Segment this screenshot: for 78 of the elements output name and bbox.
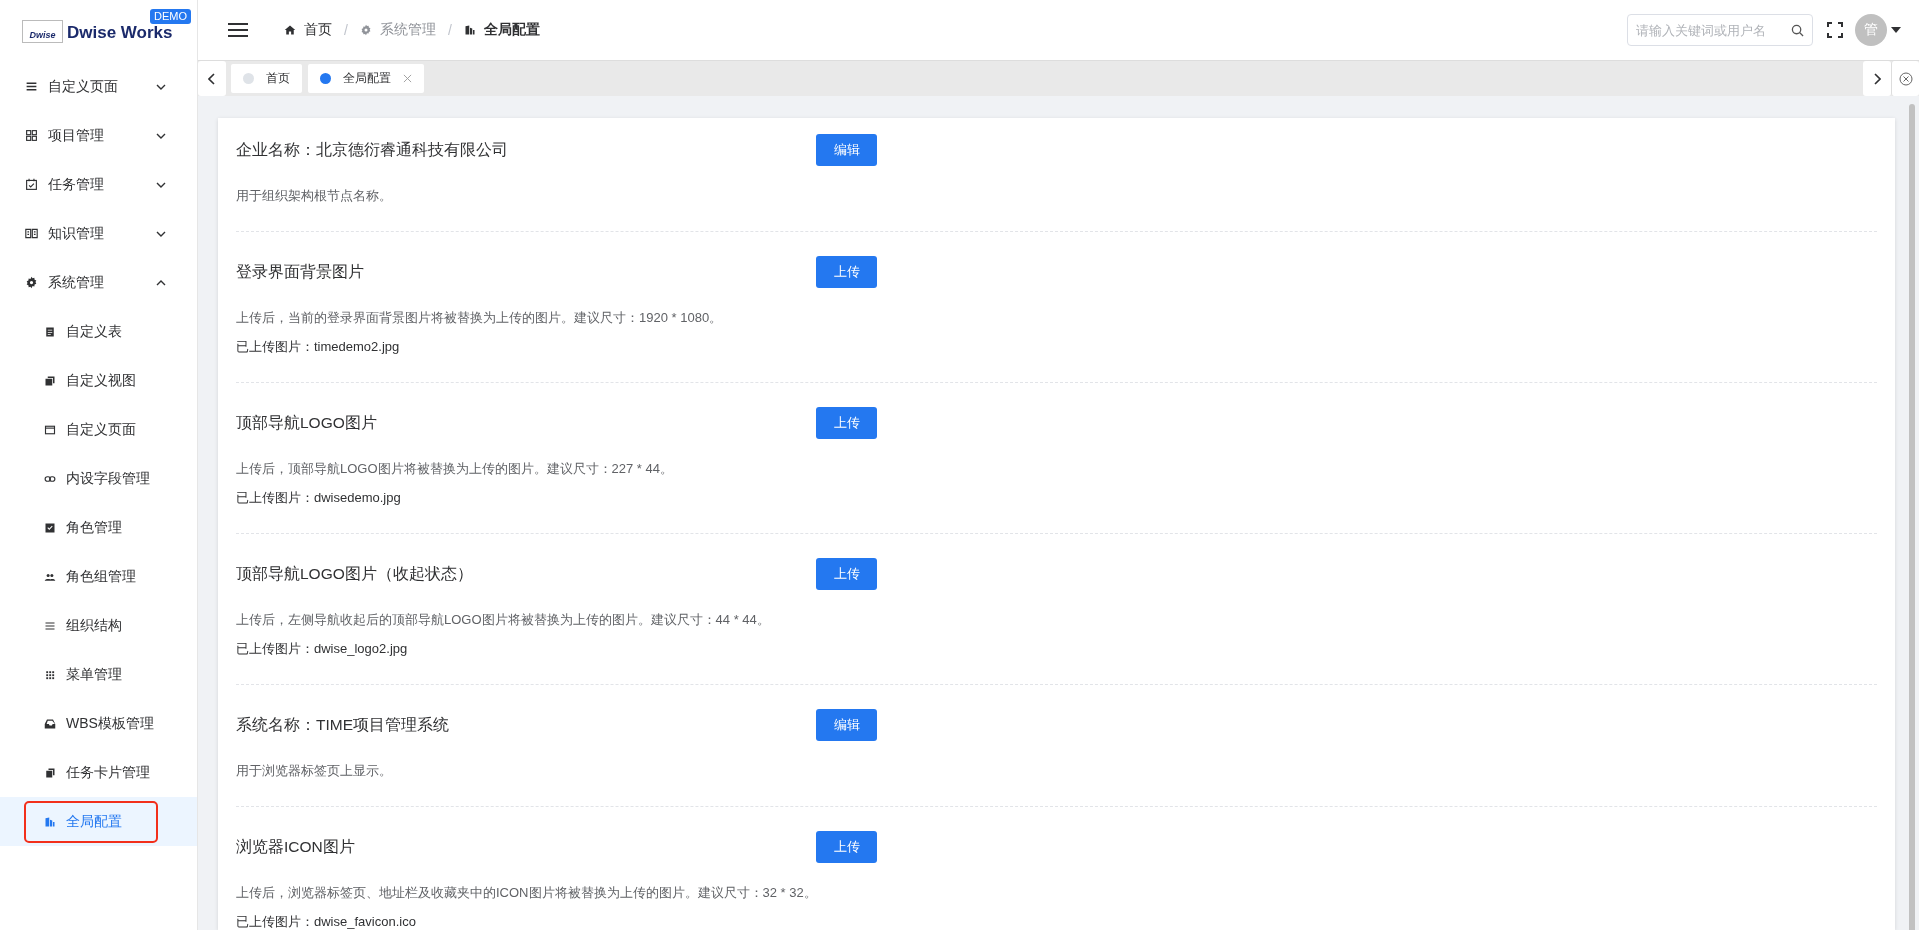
list-icon <box>25 80 38 93</box>
search-icon[interactable] <box>1791 24 1804 37</box>
submenu-item[interactable]: 角色管理 <box>24 506 158 549</box>
grid-icon <box>25 129 38 142</box>
submenu-item[interactable]: 组织结构 <box>24 604 158 647</box>
submenu-item[interactable]: WBS模板管理 <box>24 702 190 745</box>
setting-title: 顶部导航LOGO图片（收起状态） <box>236 563 474 584</box>
menu-icon[interactable] <box>228 22 248 38</box>
window-icon <box>44 423 56 436</box>
logo-mark: Dwise <box>22 19 63 43</box>
breadcrumb-item[interactable]: 首页 <box>284 21 332 39</box>
setting-title: 登录界面背景图片 <box>236 261 365 282</box>
caret-icon[interactable] <box>1891 27 1901 33</box>
document-icon <box>44 325 56 338</box>
uploaded-file: 已上传图片：dwise_favicon.ico <box>236 913 417 930</box>
submenu-item[interactable]: 任务卡片管理 <box>24 751 186 794</box>
action-button[interactable]: 上传 <box>816 558 877 590</box>
submenu-item[interactable]: 全局配置 <box>24 800 158 843</box>
fullscreen-icon[interactable] <box>1827 22 1843 38</box>
action-button[interactable]: 编辑 <box>816 134 877 166</box>
setting-title: 浏览器ICON图片 <box>236 836 356 857</box>
uploaded-file: 已上传图片：timedemo2.jpg <box>236 338 401 356</box>
setting-description: 上传后，浏览器标签页、地址栏及收藏夹中的ICON图片将被替换为上传的图片。建议尺寸：32 * 32。 <box>236 884 818 902</box>
page-tab[interactable]: 首页 <box>231 64 302 93</box>
action-button[interactable]: 编辑 <box>816 709 877 741</box>
scrollbar-thumb[interactable] <box>1909 104 1915 930</box>
menu-item[interactable]: 自定义页面 <box>0 62 197 111</box>
uploaded-file: 已上传图片：dwisedemo.jpg <box>236 489 402 507</box>
calendar-icon <box>25 178 38 191</box>
book-icon <box>25 227 38 240</box>
setting-title: 顶部导航LOGO图片 <box>236 412 378 433</box>
list-icon <box>44 619 56 632</box>
uploaded-file: 已上传图片：dwise_logo2.jpg <box>236 640 409 658</box>
chevron-right-icon <box>1873 72 1881 85</box>
setting-title: 企业名称：北京德衍睿通科技有限公司 <box>236 139 509 160</box>
settings-icon <box>359 24 372 36</box>
breadcrumb-item: 全局配置 <box>463 21 540 39</box>
menu-item[interactable]: 系统管理 <box>0 258 197 307</box>
submenu-item[interactable]: 自定义视图 <box>24 359 172 402</box>
setting-description: 上传后，顶部导航LOGO图片将被替换为上传的图片。建议尺寸：227 * 44。 <box>236 460 674 478</box>
scroll-left-button[interactable] <box>198 61 226 96</box>
demo-badge: DEMO <box>150 9 191 24</box>
setting-description: 用于浏览器标签页上显示。 <box>236 762 393 780</box>
menu-item[interactable]: 知识管理 <box>0 209 197 258</box>
breadcrumb-separator: / <box>344 22 348 38</box>
setting-description: 上传后，左侧导航收起后的顶部导航LOGO图片将被替换为上传的图片。建议尺寸：44 * 44。 <box>236 611 771 629</box>
submenu-item[interactable]: 角色组管理 <box>24 555 172 598</box>
cards-icon <box>44 766 56 779</box>
chevron-left-icon <box>208 72 216 85</box>
checkbox-icon <box>44 521 56 534</box>
setting-title: 系统名称：TIME项目管理系统 <box>236 714 451 735</box>
tray-icon <box>44 717 56 730</box>
close-all-button[interactable] <box>1891 61 1919 96</box>
scroll-right-button[interactable] <box>1863 61 1891 96</box>
submenu-item[interactable]: 内设字段管理 <box>24 457 186 500</box>
building-icon <box>463 24 476 36</box>
breadcrumb-separator: / <box>447 22 452 38</box>
action-button[interactable]: 上传 <box>816 407 877 439</box>
stacked-squares-icon <box>44 374 56 387</box>
submenu-item[interactable]: 自定义表 <box>24 310 158 353</box>
menu-item[interactable]: 任务管理 <box>0 160 197 209</box>
menu-item[interactable]: 项目管理 <box>0 111 197 160</box>
action-button[interactable]: 上传 <box>816 831 877 863</box>
app-name: Dwise Works <box>67 23 173 43</box>
dot-grid-icon <box>44 668 56 681</box>
page-tab[interactable]: 全局配置 <box>308 64 424 93</box>
submenu-item[interactable]: 自定义页面 <box>24 408 172 451</box>
settings-icon <box>25 276 38 289</box>
breadcrumb-item: 系统管理 <box>359 21 436 39</box>
setting-description: 上传后，当前的登录界面背景图片将被替换为上传的图片。建议尺寸：1920 * 1080。 <box>236 309 724 327</box>
action-button[interactable]: 上传 <box>816 256 877 288</box>
close-circle-icon <box>1898 71 1913 86</box>
building-icon <box>44 815 56 828</box>
submenu-item[interactable]: 菜单管理 <box>24 653 158 696</box>
home-icon <box>284 24 296 36</box>
search-field[interactable]: 请输入关键词或用户名 <box>1627 14 1813 46</box>
close-icon[interactable] <box>403 74 412 83</box>
setting-description: 用于组织架构根节点名称。 <box>236 187 393 205</box>
